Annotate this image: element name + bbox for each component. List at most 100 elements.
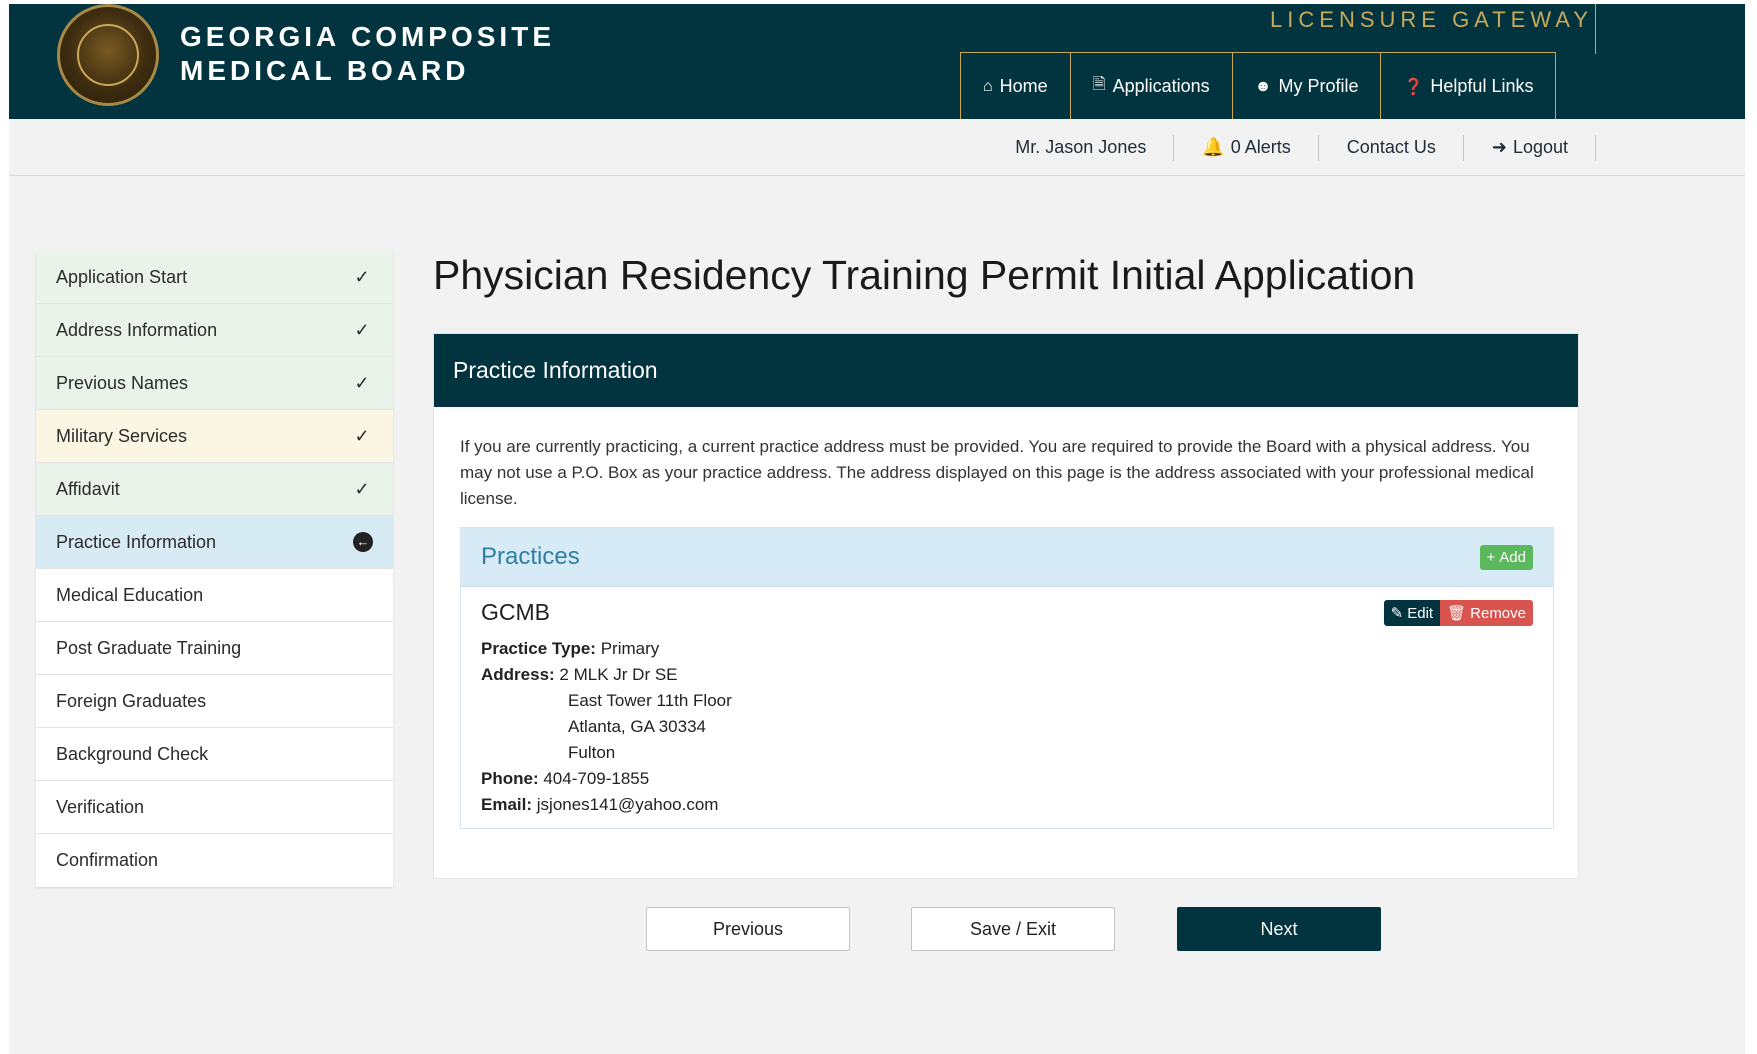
remove-practice-button[interactable]: 🗑 Remove bbox=[1440, 600, 1533, 626]
user-name: Mr. Jason Jones bbox=[1015, 136, 1147, 157]
step-label: Post Graduate Training bbox=[56, 637, 242, 658]
nav-my-profile[interactable]: ☻ My Profile bbox=[1233, 53, 1382, 120]
bell-icon: 🔔 bbox=[1202, 136, 1225, 157]
right-edge bbox=[1745, 0, 1757, 1054]
email-label: Email: bbox=[481, 795, 533, 814]
step-confirmation[interactable]: Confirmation bbox=[36, 834, 393, 887]
step-label: Foreign Graduates bbox=[56, 690, 207, 711]
nav-helpful-links[interactable]: ❓ Helpful Links bbox=[1381, 53, 1557, 120]
brand-line-1: GEORGIA COMPOSITE bbox=[180, 21, 555, 52]
logout-label: Logout bbox=[1512, 136, 1568, 157]
remove-label: Remove bbox=[1470, 604, 1526, 622]
practice-card: GCMB ✎ Edit 🗑 Remove Practice Type: Prim… bbox=[461, 587, 1553, 830]
licensure-gateway-label: LICENSURE GATEWAY bbox=[1270, 7, 1593, 32]
header: GEORGIA COMPOSITE MEDICAL BOARD LICENSUR… bbox=[9, 4, 1745, 120]
step-label: Practice Information bbox=[56, 531, 217, 552]
practice-type-value: Primary bbox=[600, 639, 660, 658]
intro-text: If you are currently practicing, a curre… bbox=[460, 437, 1534, 508]
email-value: jsjones141@yahoo.com bbox=[536, 795, 719, 814]
georgia-seal-logo[interactable] bbox=[57, 4, 159, 106]
trash-icon: 🗑 bbox=[1447, 605, 1467, 622]
step-application-start[interactable]: Application Start ✓ bbox=[36, 251, 393, 304]
previous-button[interactable]: Previous bbox=[646, 907, 850, 951]
page: GEORGIA COMPOSITE MEDICAL BOARD LICENSUR… bbox=[9, 4, 1745, 1054]
phone-value: 404-709-1855 bbox=[543, 769, 650, 788]
pencil-icon: ✎ bbox=[1390, 605, 1404, 622]
next-button[interactable]: Next bbox=[1177, 907, 1381, 951]
panel-title: Practice Information bbox=[453, 357, 658, 383]
arrow-left-circle-icon: ← bbox=[353, 532, 373, 552]
edit-label: Edit bbox=[1407, 604, 1434, 622]
application-steps-sidebar: Application Start ✓ Address Information … bbox=[36, 251, 393, 887]
brand-line-2: MEDICAL BOARD bbox=[180, 55, 470, 86]
check-icon: ✓ bbox=[354, 372, 370, 393]
edit-practice-button[interactable]: ✎ Edit bbox=[1383, 600, 1441, 626]
practice-type-row: Practice Type: Primary bbox=[481, 636, 1533, 662]
step-label: Verification bbox=[56, 796, 145, 817]
plus-icon: + bbox=[1486, 548, 1496, 566]
nav-home-label: Home bbox=[999, 76, 1048, 96]
practice-type-label: Practice Type: bbox=[481, 639, 596, 658]
logout-icon: ➜ bbox=[1491, 136, 1507, 157]
email-row: Email: jsjones141@yahoo.com bbox=[481, 792, 1533, 818]
step-medical-education[interactable]: Medical Education bbox=[36, 569, 393, 622]
panel-header: Practice Information bbox=[434, 334, 1578, 407]
user-nav: Mr. Jason Jones 🔔 0 Alerts Contact Us ➜ … bbox=[987, 119, 1597, 175]
step-label: Application Start bbox=[56, 266, 188, 287]
nav-helpful-links-label: Helpful Links bbox=[1430, 76, 1534, 96]
check-icon: ✓ bbox=[354, 425, 370, 446]
step-post-graduate-training[interactable]: Post Graduate Training bbox=[36, 622, 393, 675]
save-exit-button[interactable]: Save / Exit bbox=[911, 907, 1115, 951]
practices-box: Practices + Add GCMB ✎ Edit 🗑 Remove Pra… bbox=[460, 527, 1554, 829]
address-line-1: 2 MLK Jr Dr SE bbox=[559, 665, 678, 684]
practices-title: Practices bbox=[481, 543, 580, 570]
step-label: Previous Names bbox=[56, 372, 189, 393]
seal-inner bbox=[77, 24, 139, 86]
step-background-check[interactable]: Background Check bbox=[36, 728, 393, 781]
step-label: Background Check bbox=[56, 743, 209, 764]
add-label: Add bbox=[1499, 548, 1526, 566]
question-icon: ❓ bbox=[1403, 78, 1424, 96]
address-line-4: Fulton bbox=[568, 743, 616, 762]
check-icon: ✓ bbox=[354, 266, 370, 287]
address-line-2: East Tower 11th Floor bbox=[568, 691, 732, 710]
practice-actions: ✎ Edit 🗑 Remove bbox=[1383, 600, 1533, 626]
step-practice-information[interactable]: Practice Information ← bbox=[36, 516, 393, 569]
practices-header: Practices + Add bbox=[461, 528, 1553, 587]
document-icon: 🗎 bbox=[1092, 76, 1106, 93]
step-affidavit[interactable]: Affidavit ✓ bbox=[36, 463, 393, 516]
step-verification[interactable]: Verification bbox=[36, 781, 393, 834]
step-military-services[interactable]: Military Services ✓ bbox=[36, 410, 393, 463]
logout-link[interactable]: ➜ Logout bbox=[1464, 119, 1597, 175]
alerts-link[interactable]: 🔔 0 Alerts bbox=[1174, 119, 1320, 175]
gateway-divider bbox=[1595, 4, 1596, 54]
sub-header: Mr. Jason Jones 🔔 0 Alerts Contact Us ➜ … bbox=[9, 119, 1745, 176]
step-previous-names[interactable]: Previous Names ✓ bbox=[36, 357, 393, 410]
brand-title: GEORGIA COMPOSITE MEDICAL BOARD bbox=[180, 20, 555, 88]
phone-label: Phone: bbox=[481, 769, 539, 788]
step-label: Address Information bbox=[56, 319, 218, 340]
address-row: Address: 2 MLK Jr Dr SE bbox=[481, 662, 1533, 688]
add-practice-button[interactable]: + Add bbox=[1479, 544, 1533, 570]
practice-information-panel: Practice Information If you are currentl… bbox=[433, 333, 1579, 879]
step-label: Medical Education bbox=[56, 584, 204, 605]
home-icon: ⌂ bbox=[983, 77, 993, 95]
contact-us-label: Contact Us bbox=[1346, 136, 1436, 157]
page-title: Physician Residency Training Permit Init… bbox=[433, 252, 1416, 298]
step-foreign-graduates[interactable]: Foreign Graduates bbox=[36, 675, 393, 728]
step-label: Affidavit bbox=[56, 478, 120, 499]
alerts-label: 0 Alerts bbox=[1230, 136, 1291, 157]
nav-home[interactable]: ⌂ Home bbox=[961, 53, 1071, 120]
check-icon: ✓ bbox=[354, 319, 370, 340]
address-label: Address: bbox=[481, 665, 555, 684]
step-address-information[interactable]: Address Information ✓ bbox=[36, 304, 393, 357]
step-label: Confirmation bbox=[56, 850, 159, 870]
nav-applications[interactable]: 🗎 Applications bbox=[1071, 53, 1233, 120]
nav-my-profile-label: My Profile bbox=[1278, 76, 1359, 96]
check-icon: ✓ bbox=[354, 478, 370, 499]
practice-name: GCMB bbox=[481, 599, 550, 625]
contact-us-link[interactable]: Contact Us bbox=[1319, 119, 1464, 175]
user-name-link[interactable]: Mr. Jason Jones bbox=[987, 119, 1175, 175]
step-label: Military Services bbox=[56, 425, 188, 446]
main-nav: ⌂ Home 🗎 Applications ☻ My Profile ❓ Hel… bbox=[960, 52, 1557, 120]
